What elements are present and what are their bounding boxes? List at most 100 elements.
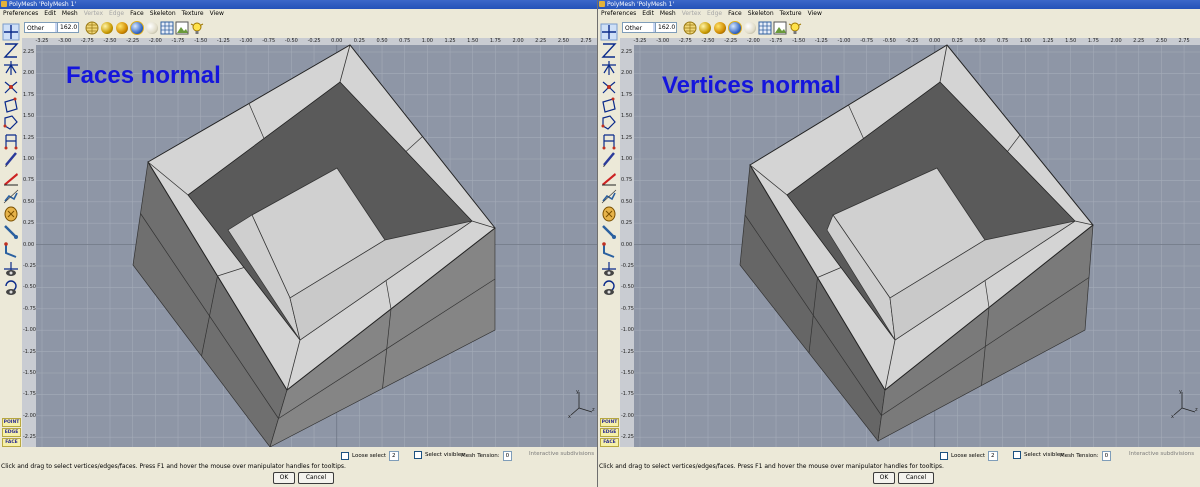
bevel-tool-icon[interactable] <box>600 77 618 97</box>
loose-select-spinner[interactable]: 2 <box>389 451 399 461</box>
loose-select-spinner[interactable]: 2 <box>988 451 998 461</box>
move-vertex-tool-icon[interactable] <box>2 22 20 42</box>
render-flat-icon[interactable] <box>144 20 160 36</box>
menu-face[interactable]: Face <box>130 10 144 17</box>
render-smooth-icon[interactable] <box>697 20 713 36</box>
bevel-tool-icon[interactable] <box>2 77 20 97</box>
taper-tool-icon[interactable] <box>2 131 20 151</box>
menu-skeleton[interactable]: Skeleton <box>748 10 774 17</box>
render-transparent-icon[interactable] <box>129 20 145 36</box>
zoom-input[interactable]: 162.0 <box>57 22 79 33</box>
light-bulb-icon[interactable] <box>787 20 803 36</box>
knife-tool-icon[interactable] <box>2 168 20 188</box>
grid-icon[interactable] <box>757 20 773 36</box>
polymesh-object[interactable] <box>22 38 597 447</box>
menu-skeleton[interactable]: Skeleton <box>150 10 176 17</box>
title-bar: PolyMesh 'PolyMesh 1' <box>598 0 1200 9</box>
globe-icon[interactable] <box>682 20 698 36</box>
pencil-tool-icon[interactable] <box>600 149 618 169</box>
deform-tool-icon[interactable] <box>2 186 20 206</box>
ok-button[interactable]: OK <box>273 472 295 484</box>
mesh-tension-spinner[interactable]: 0 <box>1101 451 1112 461</box>
rotate-view-tool-icon[interactable] <box>600 277 618 297</box>
render-smooth-icon[interactable] <box>99 20 115 36</box>
skeleton-tool-icon[interactable] <box>600 204 618 224</box>
viewport-3d[interactable]: -3.25 -3.00 -2.75 -2.50 -2.25 -2.00 -1.75 -1.50… <box>620 38 1200 447</box>
cancel-button[interactable]: Cancel <box>898 472 934 484</box>
select-visibles-option[interactable]: Select visibles <box>414 451 464 459</box>
rotate-tool-icon[interactable] <box>2 58 20 78</box>
mesh-tension-spinner[interactable]: 0 <box>502 451 513 461</box>
status-text: Click and drag to select vertices/edges/… <box>599 463 944 470</box>
editor-window-right: PolyMesh 'PolyMesh 1' Preferences Edit Mes… <box>598 0 1200 487</box>
menu-edit[interactable]: Edit <box>44 10 56 17</box>
bone-tool-icon[interactable] <box>2 222 20 242</box>
cancel-button[interactable]: Cancel <box>298 472 334 484</box>
mode-face-button[interactable]: FACE <box>600 438 619 447</box>
scale-tool-icon[interactable] <box>600 40 618 60</box>
render-textured-icon[interactable] <box>712 20 728 36</box>
extrude-tool-icon[interactable] <box>2 95 20 115</box>
template-image-icon[interactable] <box>772 20 788 36</box>
app-icon <box>599 1 605 7</box>
menu-preferences[interactable]: Preferences <box>601 10 636 17</box>
rotate-tool-icon[interactable] <box>600 58 618 78</box>
edit-bone-tool-icon[interactable] <box>600 240 618 260</box>
viewport-3d[interactable]: -3.25 -3.00 -2.75 -2.50 -2.25 -2.00 -1.75 -1.50… <box>22 38 597 447</box>
bone-tool-icon[interactable] <box>600 222 618 242</box>
extrude-tool-icon[interactable] <box>600 95 618 115</box>
light-bulb-icon[interactable] <box>189 20 205 36</box>
loose-select-option[interactable]: Loose select 2 <box>341 451 399 461</box>
menu-edit[interactable]: Edit <box>642 10 654 17</box>
menu-vertex[interactable]: Vertex <box>84 10 103 17</box>
menu-view[interactable]: View <box>808 10 822 17</box>
mode-edge-button[interactable]: EDGE <box>2 428 21 437</box>
globe-icon[interactable] <box>84 20 100 36</box>
loose-select-checkbox[interactable] <box>940 452 948 460</box>
scale-tool-icon[interactable] <box>2 40 20 60</box>
render-flat-icon[interactable] <box>742 20 758 36</box>
menu-edge[interactable]: Edge <box>109 10 124 17</box>
deform-tool-icon[interactable] <box>600 186 618 206</box>
menu-mesh[interactable]: Mesh <box>62 10 78 17</box>
render-transparent-icon[interactable] <box>727 20 743 36</box>
mode-point-button[interactable]: POINT <box>2 418 21 427</box>
skeleton-tool-icon[interactable] <box>2 204 20 224</box>
skew-tool-icon[interactable] <box>600 113 618 133</box>
edit-bone-tool-icon[interactable] <box>2 240 20 260</box>
status-text: Click and drag to select vertices/edges/… <box>1 463 346 470</box>
menu-view[interactable]: View <box>210 10 224 17</box>
select-visibles-checkbox[interactable] <box>1013 451 1021 459</box>
ok-button[interactable]: OK <box>873 472 895 484</box>
interactive-subdivisions-label: Interactive subdivisions <box>529 451 595 457</box>
taper-tool-icon[interactable] <box>600 131 618 151</box>
menu-texture[interactable]: Texture <box>182 10 204 17</box>
select-visibles-option[interactable]: Select visibles <box>1013 451 1063 459</box>
menu-mesh[interactable]: Mesh <box>660 10 676 17</box>
view-select-value: Other <box>625 25 643 32</box>
knife-tool-icon[interactable] <box>600 168 618 188</box>
loose-select-option[interactable]: Loose select 2 <box>940 451 998 461</box>
rotate-view-tool-icon[interactable] <box>2 277 20 297</box>
toolbar: Other▼ 162.0 <box>0 18 597 39</box>
move-view-tool-icon[interactable] <box>2 259 20 279</box>
move-view-tool-icon[interactable] <box>600 259 618 279</box>
grid-icon[interactable] <box>159 20 175 36</box>
menu-preferences[interactable]: Preferences <box>3 10 38 17</box>
mode-face-button[interactable]: FACE <box>2 438 21 447</box>
menu-edge[interactable]: Edge <box>707 10 722 17</box>
menu-bar: Preferences Edit Mesh Vertex Edge Face Skeleto… <box>598 9 1200 18</box>
template-image-icon[interactable] <box>174 20 190 36</box>
menu-vertex[interactable]: Vertex <box>682 10 701 17</box>
mode-edge-button[interactable]: EDGE <box>600 428 619 437</box>
menu-texture[interactable]: Texture <box>780 10 802 17</box>
zoom-input[interactable]: 162.0 <box>655 22 677 33</box>
menu-face[interactable]: Face <box>728 10 742 17</box>
loose-select-checkbox[interactable] <box>341 452 349 460</box>
move-vertex-tool-icon[interactable] <box>600 22 618 42</box>
skew-tool-icon[interactable] <box>2 113 20 133</box>
mode-point-button[interactable]: POINT <box>600 418 619 427</box>
pencil-tool-icon[interactable] <box>2 149 20 169</box>
render-textured-icon[interactable] <box>114 20 130 36</box>
select-visibles-checkbox[interactable] <box>414 451 422 459</box>
